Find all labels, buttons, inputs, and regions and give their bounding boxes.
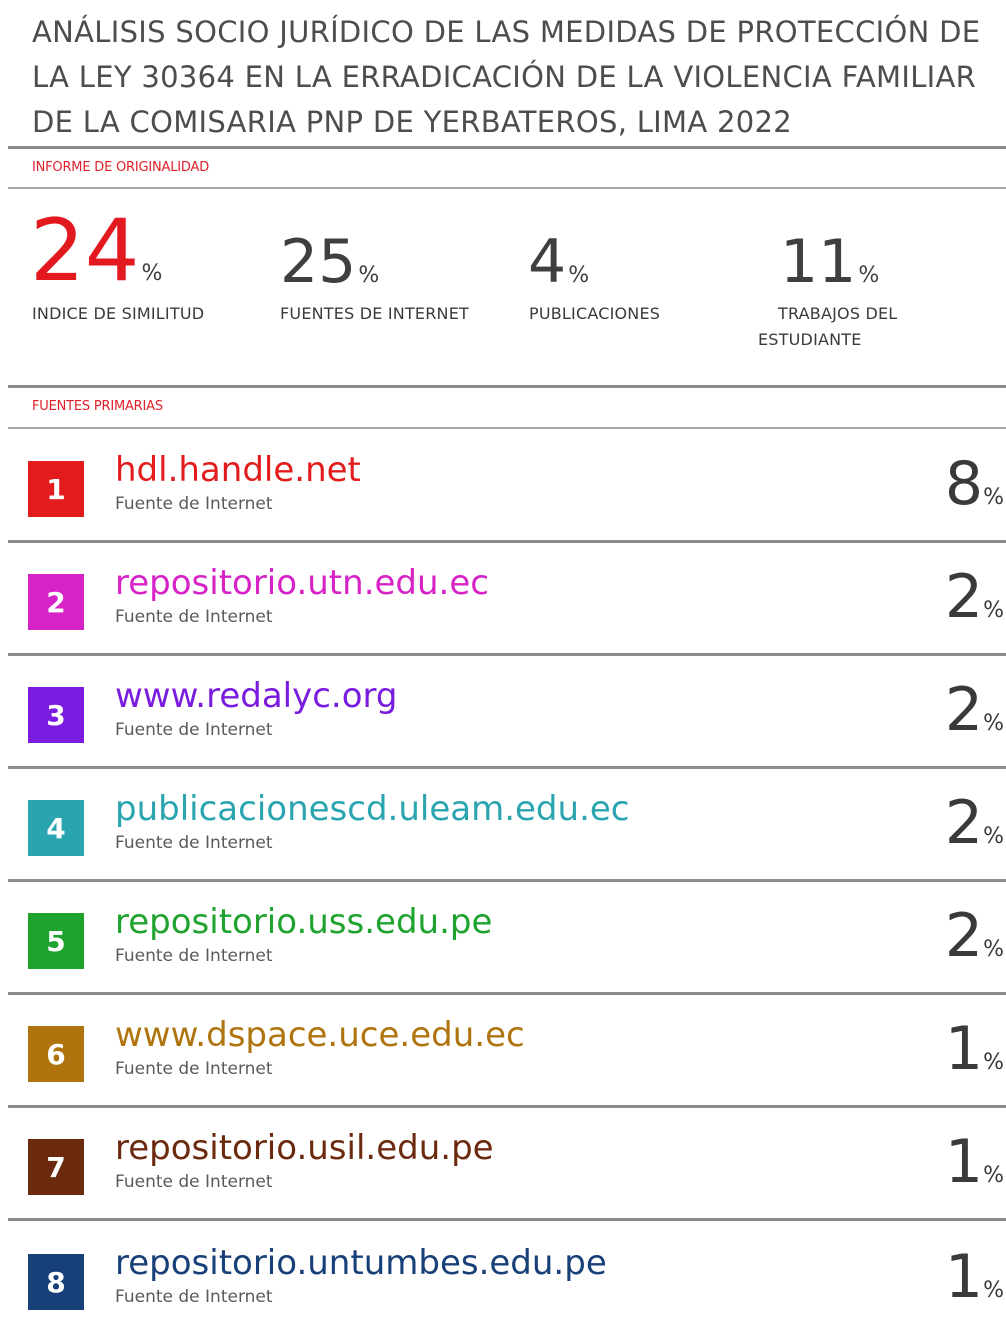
source-rank-badge: 6	[28, 1026, 84, 1082]
publications-stat: 4%	[528, 232, 589, 292]
source-pct-sign: %	[983, 485, 1004, 510]
source-rank-badge: 2	[28, 574, 84, 630]
source-pct-value: 1	[944, 1127, 984, 1197]
source-type: Fuente de Internet	[115, 494, 273, 514]
source-percentage: 2%	[945, 567, 1004, 627]
source-domain: publicacionescd.uleam.edu.ec	[115, 789, 630, 829]
similarity-index-stat: 24%	[30, 208, 163, 294]
source-type: Fuente de Internet	[115, 1172, 273, 1192]
divider	[8, 427, 1006, 429]
divider	[8, 146, 1006, 149]
divider	[8, 385, 1006, 388]
source-domain: repositorio.untumbes.edu.pe	[115, 1243, 607, 1283]
source-type: Fuente de Internet	[115, 1287, 273, 1307]
source-percentage: 1%	[945, 1019, 1004, 1079]
source-pct-value: 2	[944, 562, 984, 632]
originality-report-label: INFORME DE ORIGINALIDAD	[32, 160, 210, 175]
internet-sources-stat: 25%	[280, 232, 379, 292]
source-pct-sign: %	[983, 937, 1004, 962]
source-type: Fuente de Internet	[115, 607, 273, 627]
source-pct-value: 2	[944, 901, 984, 971]
source-row: 5 repositorio.uss.edu.pe Fuente de Inter…	[8, 882, 1006, 995]
similarity-index-value: 24	[30, 201, 140, 301]
source-pct-value: 1	[944, 1014, 984, 1084]
student-papers-value: 11	[780, 227, 857, 297]
source-pct-sign: %	[983, 1050, 1004, 1075]
primary-sources-label: FUENTES PRIMARIAS	[32, 399, 163, 414]
report-title: ANÁLISIS SOCIO JURÍDICO DE LAS MEDIDAS D…	[32, 15, 981, 139]
source-percentage: 2%	[945, 793, 1004, 853]
publications-label: PUBLICACIONES	[529, 304, 661, 323]
source-type: Fuente de Internet	[115, 833, 273, 853]
source-percentage: 2%	[945, 680, 1004, 740]
source-row: 4 publicacionescd.uleam.edu.ec Fuente de…	[8, 769, 1006, 882]
source-pct-value: 8	[944, 449, 984, 519]
source-pct-value: 2	[944, 788, 984, 858]
internet-sources-value: 25	[280, 227, 357, 297]
source-rank-badge: 4	[28, 800, 84, 856]
internet-sources-label: FUENTES DE INTERNET	[280, 304, 469, 323]
source-type: Fuente de Internet	[115, 720, 273, 740]
source-domain: www.dspace.uce.edu.ec	[115, 1015, 525, 1055]
source-rank-badge: 1	[28, 461, 84, 517]
source-pct-sign: %	[983, 711, 1004, 736]
source-type: Fuente de Internet	[115, 1059, 273, 1079]
source-pct-sign: %	[983, 824, 1004, 849]
source-row: 3 www.redalyc.org Fuente de Internet 2%	[8, 656, 1006, 769]
source-type: Fuente de Internet	[115, 946, 273, 966]
source-pct-sign: %	[983, 1163, 1004, 1188]
source-pct-sign: %	[983, 598, 1004, 623]
divider	[8, 187, 1006, 189]
source-percentage: 2%	[945, 906, 1004, 966]
source-row: 2 repositorio.utn.edu.ec Fuente de Inter…	[8, 543, 1006, 656]
source-pct-value: 1	[944, 1242, 984, 1312]
source-row: 6 www.dspace.uce.edu.ec Fuente de Intern…	[8, 995, 1006, 1108]
source-row: 7 repositorio.usil.edu.pe Fuente de Inte…	[8, 1108, 1006, 1221]
source-percentage: 8%	[945, 454, 1004, 514]
publications-value: 4	[528, 227, 567, 297]
source-domain: repositorio.utn.edu.ec	[115, 563, 489, 603]
similarity-index-pct: %	[141, 261, 163, 286]
source-row: 8 repositorio.untumbes.edu.pe Fuente de …	[8, 1221, 1006, 1329]
student-papers-label-line2: ESTUDIANTE	[758, 330, 862, 349]
publications-pct: %	[568, 263, 590, 288]
source-domain: repositorio.uss.edu.pe	[115, 902, 493, 942]
source-domain: www.redalyc.org	[115, 676, 398, 716]
source-domain: hdl.handle.net	[115, 450, 361, 490]
student-papers-pct: %	[858, 263, 880, 288]
source-rank-badge: 8	[28, 1254, 84, 1310]
similarity-index-label: INDICE DE SIMILITUD	[32, 304, 205, 323]
internet-sources-pct: %	[358, 263, 380, 288]
source-percentage: 1%	[945, 1247, 1004, 1307]
source-pct-value: 2	[944, 675, 984, 745]
source-percentage: 1%	[945, 1132, 1004, 1192]
source-domain: repositorio.usil.edu.pe	[115, 1128, 494, 1168]
source-rank-badge: 3	[28, 687, 84, 743]
student-papers-label-line1: TRABAJOS DEL	[778, 304, 898, 323]
source-rank-badge: 7	[28, 1139, 84, 1195]
source-rank-badge: 5	[28, 913, 84, 969]
source-pct-sign: %	[983, 1278, 1004, 1303]
student-papers-stat: 11%	[780, 232, 879, 292]
source-row: 1 hdl.handle.net Fuente de Internet 8%	[8, 430, 1006, 543]
